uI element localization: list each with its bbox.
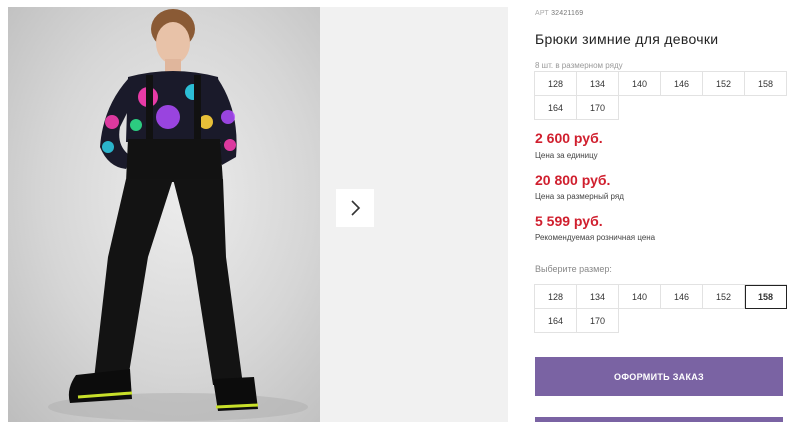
size-option[interactable]: 170 (577, 309, 619, 333)
pack-size-cell: 134 (577, 72, 619, 96)
article-value: 32421169 (551, 10, 584, 17)
size-option[interactable]: 164 (535, 309, 577, 333)
pack-note: 8 шт. в размерном ряду (535, 61, 623, 70)
pack-size-cell: 140 (619, 72, 661, 96)
pack-size-cell: 128 (535, 72, 577, 96)
pack-size-grid: 128 134 140 146 152 158 164 170 (534, 71, 787, 120)
secondary-button-edge[interactable] (535, 417, 783, 422)
pack-price-label: Цена за размерный ряд (535, 192, 624, 201)
unit-price-label: Цена за единицу (535, 151, 598, 160)
retail-price-label: Рекомендуемая розничная цена (535, 233, 656, 242)
choose-size-label: Выберите размер: (535, 264, 612, 274)
pack-size-cell: 158 (745, 72, 787, 96)
size-option[interactable]: 152 (703, 285, 745, 309)
size-option[interactable]: 134 (577, 285, 619, 309)
pack-size-cell: 164 (535, 96, 577, 120)
product-gallery (8, 7, 508, 422)
size-option[interactable]: 146 (661, 285, 703, 309)
article-label: АРТ (535, 10, 549, 17)
pack-size-cell: 146 (661, 72, 703, 96)
pack-size-cell: 152 (703, 72, 745, 96)
retail-price: 5 599 руб. (535, 213, 603, 229)
article-number: АРТ 32421169 (535, 10, 583, 17)
place-order-button[interactable]: ОФОРМИТЬ ЗАКАЗ (535, 357, 783, 396)
product-photo[interactable] (8, 7, 320, 422)
product-title: Брюки зимние для девочки (535, 31, 719, 47)
size-option[interactable]: 140 (619, 285, 661, 309)
next-image-button[interactable] (336, 189, 374, 227)
size-option[interactable]: 128 (535, 285, 577, 309)
unit-price: 2 600 руб. (535, 130, 603, 146)
size-selector: 128 134 140 146 152 158 164 170 (534, 284, 787, 333)
model-illustration (48, 9, 308, 421)
pack-size-cell: 170 (577, 96, 619, 120)
size-option-selected[interactable]: 158 (745, 285, 787, 309)
chevron-right-icon (351, 200, 361, 216)
pack-price: 20 800 руб. (535, 172, 611, 188)
